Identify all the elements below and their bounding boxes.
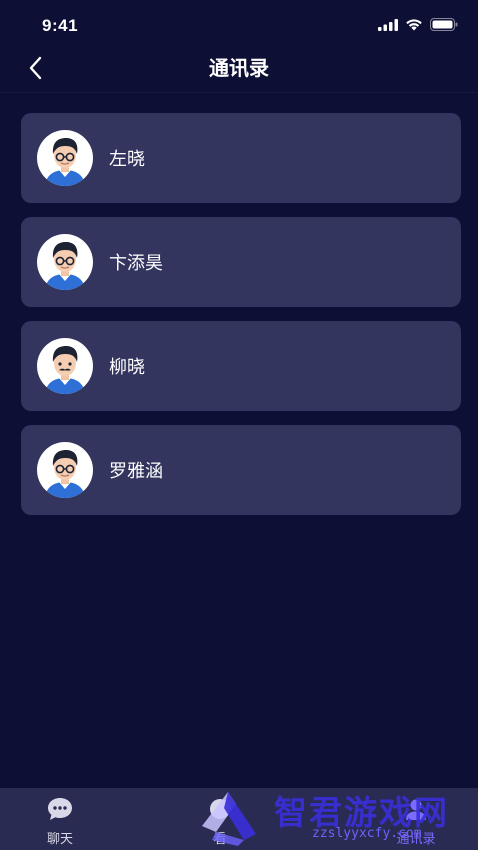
watermark-logo-icon (202, 792, 256, 846)
male-avatar-glasses-icon (45, 450, 85, 498)
signal-icon (378, 18, 398, 31)
chat-bubble-icon (48, 798, 72, 820)
contact-card[interactable]: 左晓 (21, 113, 461, 203)
avatar (37, 442, 93, 498)
contact-name: 卞添昊 (109, 253, 163, 274)
contact-card[interactable]: 罗雅涵 (21, 425, 461, 515)
tab-chat[interactable]: 聊天 (20, 796, 100, 847)
contact-name: 左晓 (109, 149, 145, 170)
contact-list: 左晓 卞添昊 柳晓 罗雅涵 (21, 113, 461, 529)
status-time: 9:41 (42, 16, 79, 35)
watermark: 智君游戏网 zzslyyxcfy.com (198, 784, 478, 850)
male-avatar-glasses-icon (45, 138, 85, 186)
battery-icon (430, 18, 458, 31)
status-icons (378, 18, 458, 31)
page-title: 通讯录 (209, 56, 269, 80)
avatar (37, 130, 93, 186)
avatar (37, 234, 93, 290)
contact-name: 罗雅涵 (109, 461, 163, 482)
male-avatar-glasses-icon (45, 242, 85, 290)
tab-label: 聊天 (46, 832, 73, 847)
nav-divider (0, 92, 478, 93)
wifi-icon (406, 19, 422, 31)
status-bar: 9:41 (0, 0, 478, 44)
avatar (37, 338, 93, 394)
nav-bar: 通讯录 (0, 44, 478, 90)
contact-name: 柳晓 (109, 357, 145, 378)
contact-card[interactable]: 柳晓 (21, 321, 461, 411)
watermark-subtitle: zzslyyxcfy.com (312, 826, 422, 841)
contact-card[interactable]: 卞添昊 (21, 217, 461, 307)
male-avatar-mustache-icon (45, 346, 85, 394)
